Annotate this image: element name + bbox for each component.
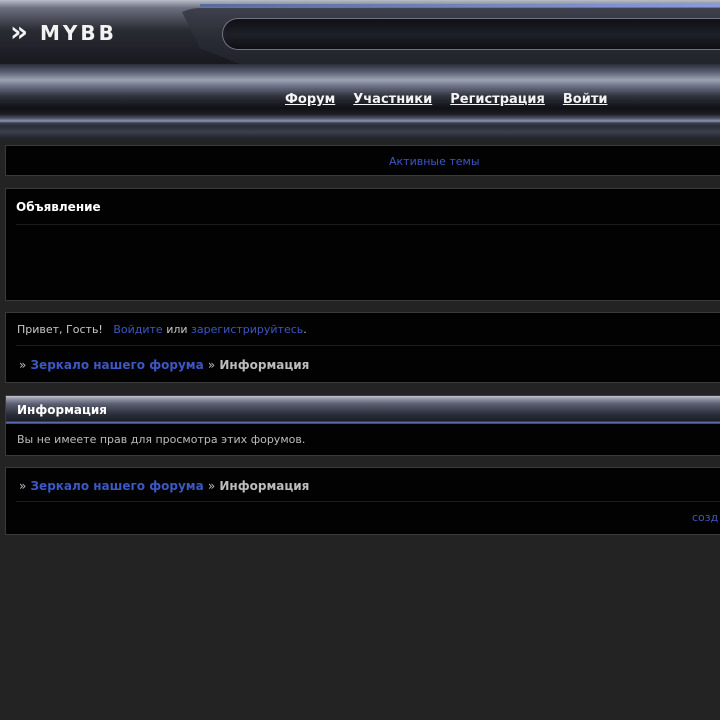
breadcrumb-separator: » [207,358,216,372]
or-text: или [166,323,188,336]
header-topline [200,4,720,7]
breadcrumb-separator: » [19,358,27,372]
footer-divider [16,501,720,502]
welcome-block: Привет, Гость! Войдите или зарегистрируй… [5,312,720,383]
register-link[interactable]: зарегистрируйтесь [191,323,303,336]
announcement-title: Объявление [16,200,101,214]
nav-members-link[interactable]: Участники [353,92,432,108]
announcement-block: Объявление [5,188,720,301]
greeting-text: Привет, Гость! [17,323,103,336]
breadcrumb-separator: » [19,479,27,493]
info-block: Информация Вы не имеете прав для просмот… [5,395,720,456]
nav-forum-link[interactable]: Форум [285,92,335,108]
footer-block: » Зеркало нашего форума » Информация соз… [5,467,720,535]
login-link[interactable]: Войдите [113,323,162,336]
footer-credit-link[interactable]: созд [692,511,718,524]
welcome-line: Привет, Гость! Войдите или зарегистрируй… [17,323,307,336]
welcome-divider [16,345,720,346]
nav-login-link[interactable]: Войти [563,92,608,108]
page: » MYBB » MYBB Форум Участники Регистраци… [0,0,720,720]
active-topics-link[interactable]: Активные темы [389,155,480,168]
menu-block: Активные темы [5,145,720,176]
header: » MYBB » MYBB Форум Участники Регистраци… [0,0,720,140]
announcement-divider [16,224,720,225]
breadcrumb-forum-link[interactable]: Зеркало нашего форума [31,358,204,372]
logo-text: MYBB [40,21,117,45]
header-search-bar [222,18,720,50]
footer-breadcrumb-current: Информация [219,479,310,493]
breadcrumb: » Зеркало нашего форума » Информация [19,358,309,372]
info-header: Информация [6,396,720,424]
footer-breadcrumb-forum-link[interactable]: Зеркало нашего форума [31,479,204,493]
top-nav: Форум Участники Регистрация Войти [285,92,607,108]
breadcrumb-current: Информация [219,358,310,372]
logo-arrow-icon: » [10,15,32,48]
welcome-period: . [303,323,307,336]
breadcrumb-separator: » [207,479,216,493]
info-title: Информация [17,403,107,417]
footer-breadcrumb: » Зеркало нашего форума » Информация [19,479,309,493]
info-message: Вы не имеете прав для просмотра этих фор… [17,433,306,446]
nav-register-link[interactable]: Регистрация [450,92,545,108]
